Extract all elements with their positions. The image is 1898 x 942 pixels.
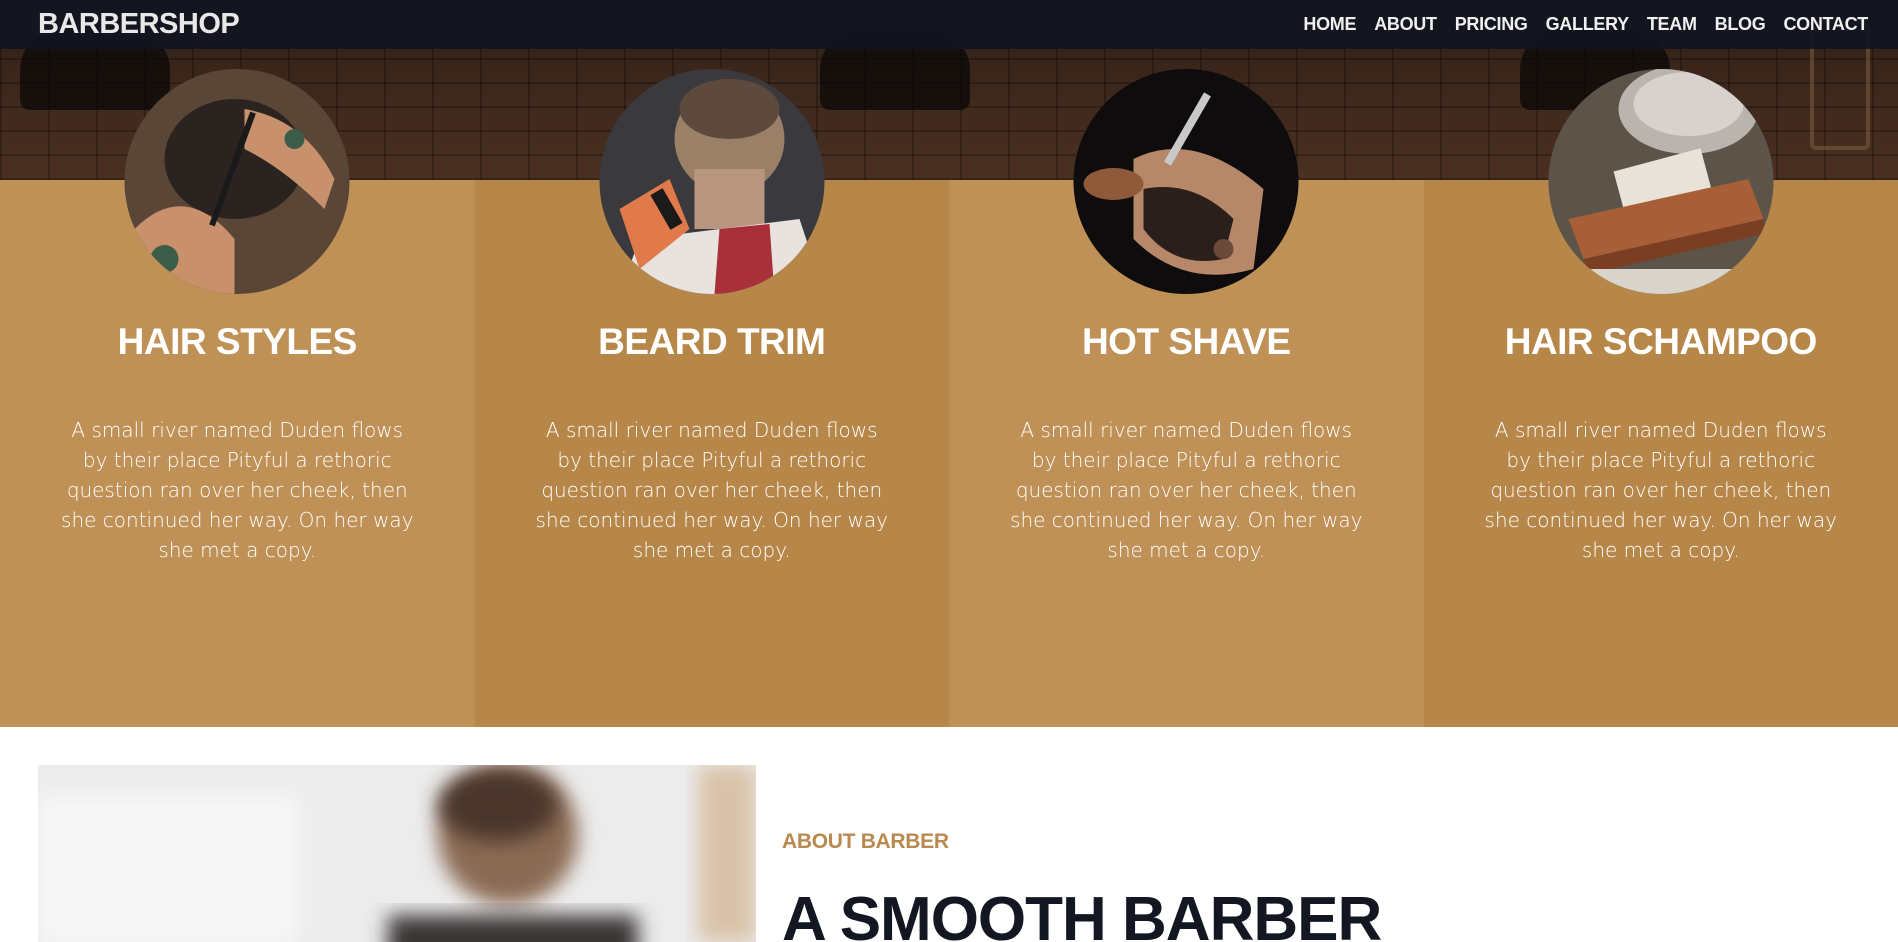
shampoo-products-photo-illustration [1548,69,1774,294]
page: BARBERSHOP HOME ABOUT PRICING GALLERY TE… [0,0,1898,942]
service-title: HAIR SCHAMPOO [1504,321,1818,362]
brand-logo[interactable]: BARBERSHOP [38,8,240,41]
services-section: HAIR STYLES A small river named Duden fl… [0,69,1898,727]
service-card-hair-styles: HAIR STYLES A small river named Duden fl… [0,69,475,727]
nav-link-home[interactable]: HOME [1303,14,1356,35]
top-navbar: BARBERSHOP HOME ABOUT PRICING GALLERY TE… [0,0,1898,49]
haircut-photo-illustration [124,69,350,294]
hair-styles-photo [124,69,350,294]
about-barber-photo [38,765,756,942]
service-card-hair-schampoo: HAIR SCHAMPOO A small river named Duden … [1423,69,1898,727]
hot-shave-photo [1073,69,1299,294]
nav-links: HOME ABOUT PRICING GALLERY TEAM BLOG CON… [1303,14,1868,35]
beard-trim-photo-illustration [599,69,825,294]
nav-link-team[interactable]: TEAM [1647,14,1697,35]
nav-link-about[interactable]: ABOUT [1374,14,1437,35]
beard-trim-photo [599,69,825,294]
service-description: A small river named Duden flows by their… [61,418,414,562]
barber-blurred-photo-illustration [38,765,756,942]
service-title: HOT SHAVE [1081,321,1291,362]
about-heading: A SMOOTH BARBER [782,885,1382,942]
service-card-beard-trim: BEARD TRIM A small river named Duden flo… [474,69,949,727]
about-eyebrow: ABOUT BARBER [782,830,949,853]
service-description: A small river named Duden flows by their… [1010,418,1363,562]
nav-link-contact[interactable]: CONTACT [1783,14,1868,35]
nav-link-pricing[interactable]: PRICING [1455,14,1528,35]
nav-link-blog[interactable]: BLOG [1715,14,1766,35]
service-description: A small river named Duden flows by their… [535,418,888,562]
service-title: HAIR STYLES [117,321,358,362]
service-description: A small river named Duden flows by their… [1484,418,1837,562]
service-title: BEARD TRIM [598,321,826,362]
hot-shave-photo-illustration [1073,69,1299,294]
service-card-hot-shave: HOT SHAVE A small river named Duden flow… [949,69,1424,727]
hair-schampoo-photo [1548,69,1774,294]
nav-link-gallery[interactable]: GALLERY [1546,14,1630,35]
